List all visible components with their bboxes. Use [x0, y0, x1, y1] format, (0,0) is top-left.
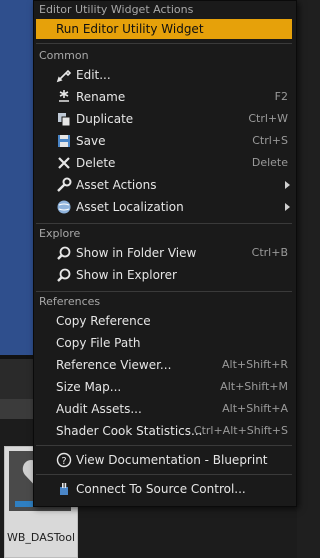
separator [36, 445, 292, 446]
section-header-references: References [39, 295, 101, 308]
menu-item-label: Delete [76, 156, 116, 170]
help-icon: ? [56, 452, 72, 468]
menu-item-label: Run Editor Utility Widget [56, 22, 204, 36]
menu-item-copy-reference[interactable]: Copy Reference [36, 311, 292, 331]
run-editor-utility-widget-item[interactable]: Run Editor Utility Widget [36, 19, 292, 39]
section-header-common: Common [39, 49, 89, 62]
menu-item-label: Asset Localization [76, 200, 184, 214]
menu-item-label: View Documentation - Blueprint [76, 453, 268, 467]
rename-icon [59, 90, 69, 102]
menu-item-shortcut: Alt+Shift+R [222, 358, 288, 371]
source-control-icon [60, 483, 68, 495]
menu-item-label: Asset Actions [76, 178, 157, 192]
menu-item-label: Audit Assets... [56, 402, 142, 416]
menu-item-edit[interactable]: Edit... [36, 65, 292, 85]
menu-item-label: Size Map... [56, 380, 122, 394]
context-menu: Editor Utility Widget Actions Run Editor… [33, 0, 297, 507]
menu-item-asset-actions[interactable]: Asset Actions [36, 175, 292, 195]
menu-item-label: Duplicate [76, 112, 134, 126]
duplicate-icon [58, 113, 71, 127]
menu-item-delete[interactable]: Delete Delete [36, 153, 292, 173]
submenu-arrow-icon [285, 203, 290, 211]
menu-item-duplicate[interactable]: Duplicate Ctrl+W [36, 109, 292, 129]
menu-item-size-map[interactable]: Size Map... Alt+Shift+M [36, 377, 292, 397]
menu-item-label: Connect To Source Control... [76, 482, 246, 496]
separator [36, 223, 292, 224]
menu-item-label: Show in Folder View [76, 246, 197, 260]
menu-item-label: Rename [76, 90, 126, 104]
menu-item-shortcut: Alt+Shift+M [220, 380, 288, 393]
svg-text:?: ? [61, 456, 66, 467]
save-icon [58, 135, 70, 147]
menu-item-shortcut: Ctrl+B [251, 246, 288, 259]
menu-item-copy-file-path[interactable]: Copy File Path [36, 333, 292, 353]
section-header-explore: Explore [39, 227, 81, 240]
menu-item-label: Shader Cook Statistics... [56, 424, 203, 438]
menu-item-view-documentation[interactable]: ? View Documentation - Blueprint [36, 450, 292, 470]
menu-item-shortcut: Ctrl+W [248, 112, 288, 125]
edit-icon [56, 69, 72, 83]
menu-item-label: Edit... [76, 68, 111, 82]
menu-item-shortcut: F2 [274, 90, 288, 103]
menu-item-shortcut: Ctrl+S [252, 134, 288, 147]
menu-item-audit-assets[interactable]: Audit Assets... Alt+Shift+A [36, 399, 292, 419]
menu-item-show-in-folder-view[interactable]: Show in Folder View Ctrl+B [36, 243, 292, 263]
menu-item-show-in-explorer[interactable]: Show in Explorer [36, 265, 292, 285]
asset-name: WB_DASTools [7, 531, 75, 544]
magnifier-icon [57, 268, 71, 282]
submenu-arrow-icon [285, 181, 290, 189]
menu-item-connect-source-control[interactable]: Connect To Source Control... [36, 479, 292, 499]
section-header-actions: Editor Utility Widget Actions [39, 3, 194, 16]
wrench-icon [57, 177, 72, 192]
separator [36, 43, 292, 44]
menu-item-label: Copy File Path [56, 336, 141, 350]
menu-item-shader-cook-statistics[interactable]: Shader Cook Statistics... Ctrl+Alt+Shift… [36, 421, 292, 441]
menu-item-label: Reference Viewer... [56, 358, 172, 372]
menu-item-save[interactable]: Save Ctrl+S [36, 131, 292, 151]
menu-item-rename[interactable]: Rename F2 [36, 87, 292, 107]
menu-item-label: Copy Reference [56, 314, 151, 328]
menu-item-reference-viewer[interactable]: Reference Viewer... Alt+Shift+R [36, 355, 292, 375]
menu-item-shortcut: Alt+Shift+A [222, 402, 288, 415]
menu-item-shortcut: Ctrl+Alt+Shift+S [193, 424, 288, 437]
menu-item-label: Save [76, 134, 106, 148]
globe-icon [57, 200, 71, 214]
delete-icon [58, 157, 70, 169]
magnifier-icon [57, 246, 71, 260]
separator [36, 291, 292, 292]
menu-item-label: Show in Explorer [76, 268, 177, 282]
menu-item-shortcut: Delete [251, 156, 288, 169]
separator [36, 474, 292, 475]
menu-item-asset-localization[interactable]: Asset Localization [36, 197, 292, 217]
